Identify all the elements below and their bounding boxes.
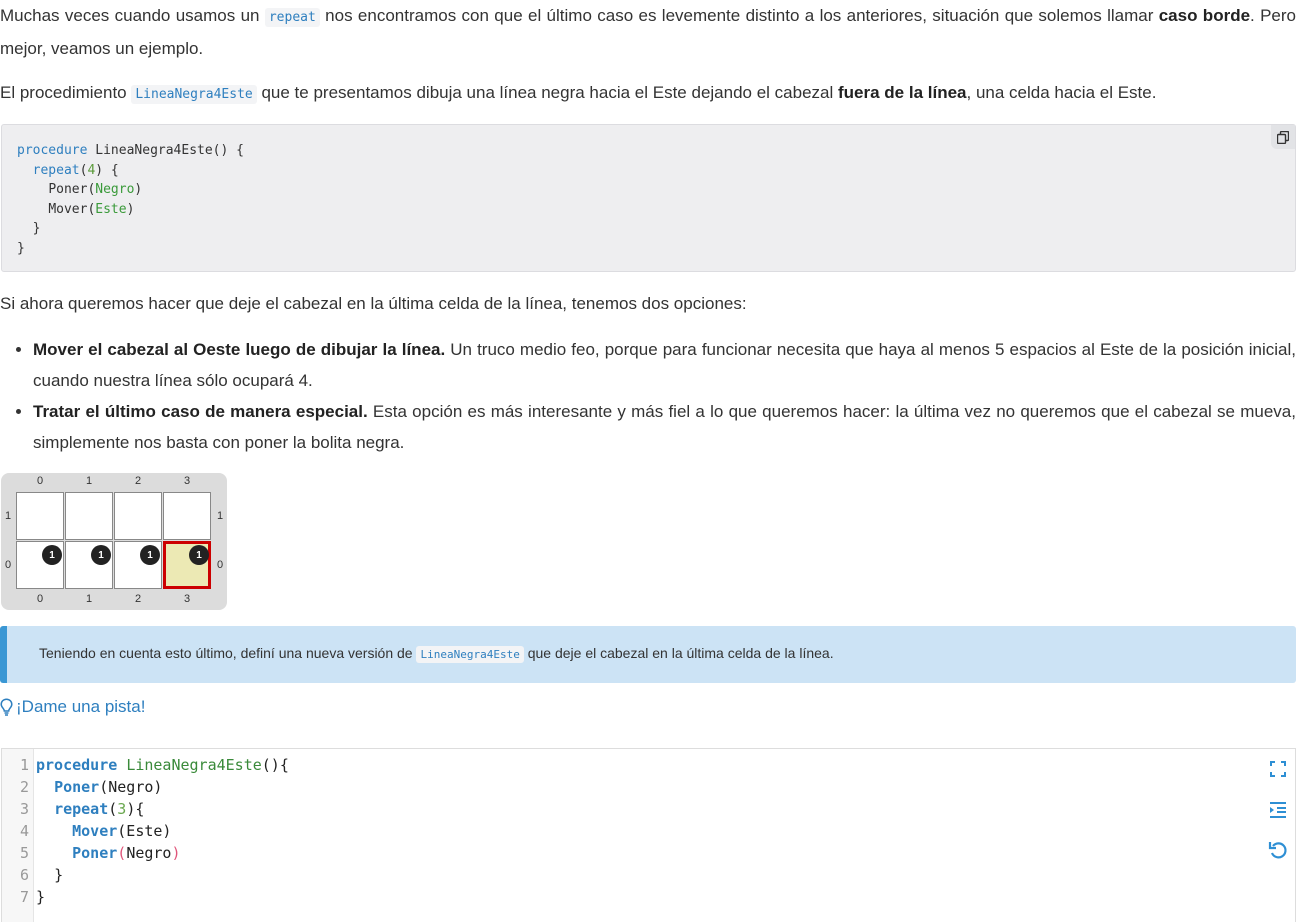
board-cell [16,492,64,540]
code-editor[interactable]: 1 2 3 4 5 6 7 procedure LineaNegra4Este(… [1,748,1296,922]
code-keyword: procedure [17,143,88,158]
board-cell: 1 [65,541,113,589]
board-head-cell: 1 [163,541,211,589]
line-number: 1 [19,756,29,774]
col-label: 0 [36,593,44,605]
line-number: 2 [19,778,29,796]
code-function: Poner [72,844,118,862]
col-label: 2 [134,475,142,487]
code-keyword: repeat [32,162,80,178]
inline-code-repeat: repeat [264,8,320,27]
col-label: 2 [134,593,142,605]
indent-icon [1270,802,1286,818]
hint-link[interactable]: ¡Dame una pista! [0,697,145,717]
col-label: 3 [183,475,191,487]
procedure-text: El procedimiento [0,83,132,102]
code-line[interactable]: } [36,888,45,906]
code-text: } [36,888,46,906]
line-number: 3 [19,800,29,818]
code-line[interactable]: Mover(Este) [36,822,171,840]
board-cell [114,492,162,540]
board-cell [65,492,113,540]
lightbulb-icon [0,698,13,716]
gobstones-board: 0 1 2 3 0 1 2 3 1 0 1 0 1 1 1 1 [1,473,227,610]
code-line[interactable]: repeat(3){ [36,800,144,818]
code-line[interactable]: procedure LineaNegra4Este(){ [36,756,289,774]
list-item: Mover el cabezal al Oeste luego de dibuj… [33,334,1296,396]
callout-text-b: que deje el cabezal en la última celda d… [523,645,834,661]
code-proc-name: LineaNegra4Este [126,756,262,774]
col-label: 3 [183,593,191,605]
hint-label[interactable]: ¡Dame una pista! [16,697,145,717]
code-text: (){ [261,756,289,774]
black-ball: 1 [189,545,209,565]
example-code-block: procedure LineaNegra4Este() { repeat(4) … [1,124,1296,272]
code-text: (Negro) [99,778,163,796]
option-bold: Tratar el último caso de manera especial… [33,402,368,421]
board-cell: 1 [16,541,64,589]
copy-icon [1277,130,1289,144]
list-item: Tratar el último caso de manera especial… [33,396,1296,458]
board-cell: 1 [114,541,162,589]
fullscreen-icon [1270,761,1286,777]
intro-text: nos encontramos con que el último caso e… [319,6,1159,25]
code-line[interactable]: } [36,866,63,884]
code-function: Mover [48,201,88,217]
code-function: Poner [54,778,100,796]
board-cell [163,492,211,540]
code-text: } [54,866,64,884]
reset-button[interactable] [1267,839,1289,861]
code-constant: Este [95,201,127,217]
code-number: 4 [87,162,96,178]
code-keyword: repeat [54,800,109,818]
code-number: 3 [117,800,127,818]
procedure-text: , una celda hacia el Este. [966,83,1157,102]
inline-code-procedure: LineaNegra4Este [131,85,257,104]
line-number: 4 [19,822,29,840]
inline-code-callout: LineaNegra4Este [416,646,524,663]
code-function: Poner [48,182,88,198]
col-label: 0 [36,475,44,487]
copy-button[interactable] [1271,125,1295,149]
options-list: Mover el cabezal al Oeste luego de dibuj… [0,334,1296,458]
code-keyword: procedure [36,756,118,774]
intro-paragraph: Muchas veces cuando usamos un repeat nos… [0,0,1296,64]
code-constant: Negro [95,182,135,198]
intro-text: Muchas veces cuando usamos un [0,6,265,25]
fullscreen-button[interactable] [1267,758,1289,780]
code-text: (Este) [117,822,172,840]
example-code: procedure LineaNegra4Este() { repeat(4) … [17,143,244,256]
procedure-bold: fuera de la línea [838,83,967,102]
black-ball: 1 [140,545,160,565]
options-intro: Si ahora queremos hacer que deje el cabe… [0,294,747,313]
col-label: 1 [85,475,93,487]
code-text: LineaNegra4Este() { [87,143,244,158]
reset-icon [1268,842,1287,859]
intro-bold: caso borde [1158,6,1251,25]
callout-text: Teniendo en cuenta esto último, definí u… [39,645,834,663]
code-text: Negro [126,844,172,862]
line-number-gutter: 1 2 3 4 5 6 7 [2,749,34,922]
row-label: 1 [216,510,224,522]
line-number: 6 [19,866,29,884]
board-grid: 1 1 1 1 [16,492,212,590]
code-line[interactable]: Poner(Negro) [36,778,162,796]
line-number: 7 [19,888,29,906]
callout-text-a: Teniendo en cuenta esto último, definí u… [39,645,417,661]
code-function: Mover [72,822,118,840]
format-button[interactable] [1267,799,1289,821]
procedure-paragraph: El procedimiento LineaNegra4Este que te … [0,77,1296,110]
procedure-text: que te presentamos dibuja una línea negr… [256,83,838,102]
row-label: 0 [216,559,224,571]
option-bold: Mover el cabezal al Oeste luego de dibuj… [33,340,446,359]
black-ball: 1 [42,545,62,565]
task-callout: Teniendo en cuenta esto último, definí u… [0,626,1296,683]
line-number: 5 [19,844,29,862]
code-line[interactable]: Poner(Negro) [36,844,180,862]
black-ball: 1 [91,545,111,565]
col-label: 1 [85,593,93,605]
